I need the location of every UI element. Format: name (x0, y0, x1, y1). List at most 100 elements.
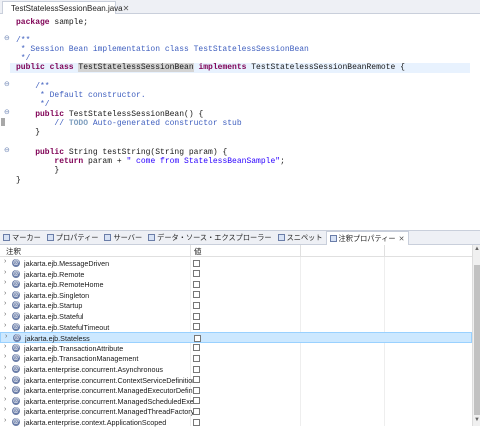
scrollbar-thumb[interactable] (474, 265, 480, 415)
annotation-name: jakarta.enterprise.concurrent.ContextSer… (24, 375, 194, 385)
code-line-1: package sample; (16, 18, 89, 27)
fold-toggle-icon[interactable]: ⊖ (4, 108, 10, 116)
code-line-13: } (16, 128, 41, 137)
properties-icon (46, 234, 54, 241)
annotation-type-icon: @ (12, 386, 20, 395)
annotation-checkbox[interactable] (193, 259, 200, 267)
annotation-type-icon: @ (12, 365, 20, 373)
tab-markers[interactable]: マーカー (0, 231, 44, 244)
annotation-name: jakarta.enterprise.concurrent.Asynchrono… (24, 365, 164, 374)
expand-chevron-icon[interactable]: › (4, 406, 6, 413)
tab-snippets[interactable]: スニペット (275, 231, 326, 244)
highlighted-class-name: TestStatelessSessionBean (78, 63, 194, 72)
code-line-17: } (16, 166, 60, 175)
annotation-type-icon: @ (12, 301, 20, 310)
annotation-checkbox[interactable] (193, 344, 200, 352)
column-divider[interactable] (384, 245, 385, 257)
code-line-12: // TODO Auto-generated constructor stub (16, 119, 242, 128)
expand-chevron-icon[interactable]: › (4, 375, 6, 382)
vertical-scrollbar[interactable]: ▲ ▼ (472, 245, 480, 426)
expand-chevron-icon[interactable]: › (4, 385, 6, 392)
table-row[interactable]: › @ jakarta.ejb.TransactionAttribute (0, 343, 472, 354)
table-row[interactable]: › @ jakarta.ejb.TransactionManagement (0, 353, 472, 364)
annotation-checkbox[interactable] (193, 354, 200, 362)
fold-toggle-icon[interactable]: ⊖ (4, 146, 10, 154)
annotation-checkbox[interactable] (193, 280, 200, 288)
table-row[interactable]: › @ jakarta.enterprise.concurrent.ManagedT… (0, 406, 472, 417)
annotation-checkbox[interactable] (193, 291, 200, 299)
column-divider[interactable] (300, 245, 301, 257)
expand-chevron-icon[interactable]: › (4, 343, 6, 350)
fold-toggle-icon[interactable]: ⊖ (4, 80, 10, 88)
annotation-type-icon: @ (12, 418, 20, 426)
annotation-properties-panel: 注釈 値 › @ jakarta.ejb.MessageDriven › @ jakart… (0, 245, 480, 427)
annotation-checkbox[interactable] (193, 397, 200, 405)
annotation-type-icon: @ (12, 290, 20, 299)
expand-chevron-icon[interactable]: › (4, 364, 6, 371)
tab-servers[interactable]: サーバー (101, 231, 145, 244)
table-row[interactable]: › @ jakarta.enterprise.concurrent.Asynchro… (0, 364, 472, 375)
expand-chevron-icon[interactable]: › (4, 396, 6, 403)
expand-chevron-icon[interactable]: › (4, 290, 6, 297)
annotation-name: jakarta.ejb.MessageDriven (24, 259, 110, 268)
expand-chevron-icon[interactable]: › (4, 311, 6, 318)
annotation-type-icon: @ (12, 322, 20, 331)
expand-chevron-icon[interactable]: › (4, 322, 6, 329)
fold-toggle-icon[interactable]: ⊖ (4, 34, 10, 42)
annotation-name: jakarta.ejb.StatefulTimeout (24, 322, 110, 332)
table-row[interactable]: › @ jakarta.ejb.Stateful (0, 311, 472, 322)
annotation-checkbox[interactable] (193, 301, 200, 309)
expand-chevron-icon[interactable]: › (5, 333, 7, 340)
scroll-down-icon[interactable]: ▼ (473, 417, 480, 425)
data-source-icon (148, 234, 156, 241)
table-row[interactable]: › @ jakarta.enterprise.concurrent.ManagedE… (0, 385, 472, 396)
tab-annotation-properties[interactable]: 注釈プロパティー ✕ (325, 231, 409, 245)
tab-properties[interactable]: プロパティー (44, 231, 102, 244)
table-row[interactable]: › @ jakarta.ejb.StatefulTimeout (0, 322, 472, 333)
editor-tab-teststatelesssessionbean[interactable]: TestStatelessSessionBean.java ✕ (2, 1, 129, 14)
annotation-name: jakarta.ejb.TransactionManagement (24, 354, 139, 364)
table-row[interactable]: › @ jakarta.ejb.Stateless (0, 332, 472, 343)
code-line-6: public class TestStatelessSessionBean im… (10, 63, 470, 73)
expand-chevron-icon[interactable]: › (4, 258, 6, 265)
java-editor[interactable]: package sample; ⊖ /** * Session Bean imp… (0, 14, 480, 230)
annotation-checkbox[interactable] (193, 270, 200, 278)
expand-chevron-icon[interactable]: › (4, 417, 6, 424)
expand-chevron-icon[interactable]: › (4, 300, 6, 307)
column-header-annotation[interactable]: 注釈 (6, 246, 21, 257)
table-row[interactable]: › @ jakarta.ejb.Singleton (0, 290, 472, 301)
table-row[interactable]: › @ jakarta.ejb.RemoteHome (0, 279, 472, 290)
annotation-type-icon: @ (12, 259, 20, 267)
expand-chevron-icon[interactable]: › (4, 353, 6, 360)
table-row[interactable]: › @ jakarta.ejb.MessageDriven (0, 258, 472, 269)
annotation-name: jakarta.enterprise.concurrent.ManagedExe… (24, 386, 194, 396)
annotation-checkbox[interactable] (193, 312, 200, 320)
annotation-checkbox[interactable] (193, 376, 200, 384)
column-divider[interactable] (190, 245, 191, 257)
close-icon[interactable]: ✕ (399, 235, 405, 243)
close-icon[interactable]: ✕ (123, 4, 130, 13)
annotation-type-icon: @ (12, 396, 20, 405)
table-header: 注釈 値 (0, 245, 472, 257)
annotation-name: jakarta.enterprise.concurrent.ManagedSch… (24, 396, 194, 406)
column-header-value[interactable]: 値 (194, 246, 202, 257)
annotation-type-icon: @ (12, 407, 20, 416)
annotation-checkbox[interactable] (193, 365, 200, 373)
annotation-checkbox[interactable] (193, 386, 200, 394)
annotation-checkbox[interactable] (193, 407, 200, 415)
table-row[interactable]: › @ jakarta.enterprise.concurrent.ContextS… (0, 375, 472, 386)
code-line-18: } (16, 176, 21, 185)
tab-data-source-explorer[interactable]: データ・ソース・エクスプローラー (145, 231, 274, 244)
table-row[interactable]: › @ jakarta.enterprise.concurrent.ManagedS… (0, 396, 472, 407)
expand-chevron-icon[interactable]: › (4, 279, 6, 286)
table-row[interactable]: › @ jakarta.ejb.Startup (0, 300, 472, 311)
annotation-checkbox[interactable] (194, 334, 201, 342)
annotation-name: jakarta.ejb.Singleton (24, 290, 90, 300)
expand-chevron-icon[interactable]: › (4, 269, 6, 276)
table-row[interactable]: › @ jakarta.ejb.Remote (0, 269, 472, 280)
annotation-name: jakarta.ejb.Startup (24, 301, 83, 311)
annotation-checkbox[interactable] (193, 418, 200, 426)
annotation-name: jakarta.enterprise.concurrent.ManagedThr… (24, 407, 194, 417)
annotation-checkbox[interactable] (193, 323, 200, 331)
scroll-up-icon[interactable]: ▲ (473, 246, 480, 254)
